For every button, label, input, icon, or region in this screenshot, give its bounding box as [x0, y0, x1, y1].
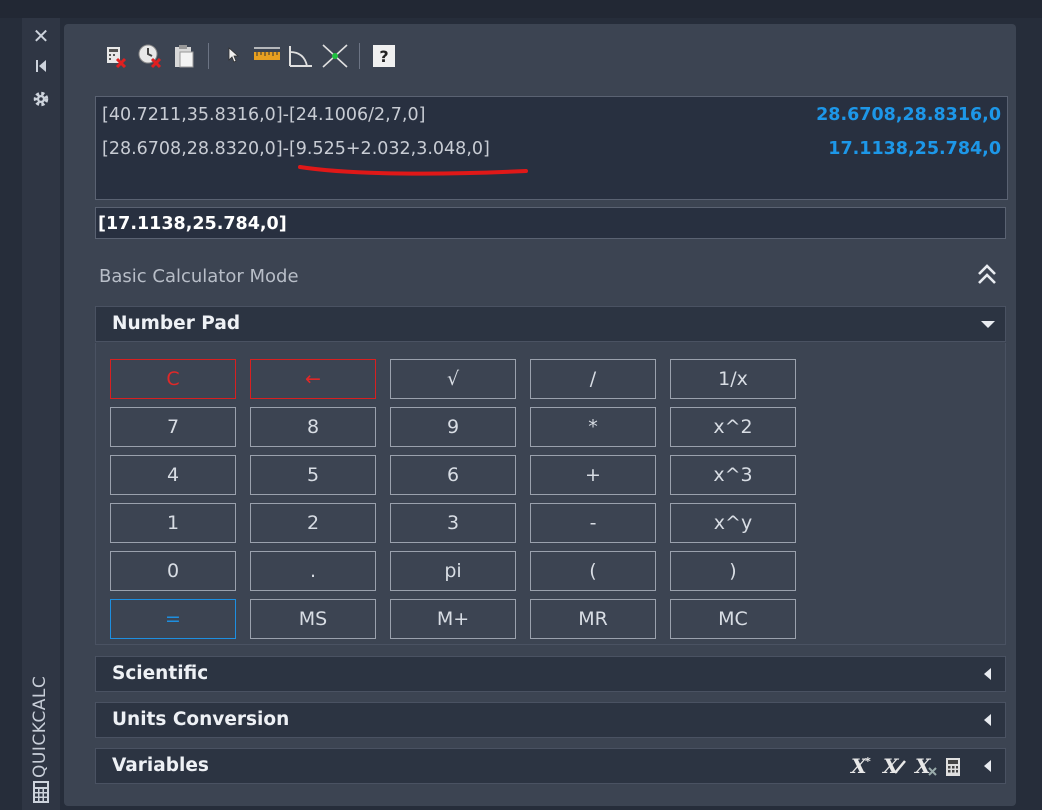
toolbar-separator: [359, 43, 360, 69]
edit-variable-icon[interactable]: X: [881, 754, 907, 789]
calculator-icon[interactable]: [22, 780, 60, 808]
history-result[interactable]: 17.1138,25.784,0: [828, 139, 1001, 159]
pin-icon[interactable]: [22, 58, 60, 78]
digit-5-button[interactable]: 5: [250, 455, 376, 495]
gear-icon[interactable]: [22, 90, 60, 112]
add-button[interactable]: +: [530, 455, 656, 495]
digit-1-button[interactable]: 1: [110, 503, 236, 543]
multiply-button[interactable]: *: [530, 407, 656, 447]
close-paren-button[interactable]: ): [670, 551, 796, 591]
subtract-button[interactable]: -: [530, 503, 656, 543]
clear-history-icon[interactable]: [136, 42, 164, 70]
digit-4-button[interactable]: 4: [110, 455, 236, 495]
number-pad-title: Number Pad: [112, 313, 241, 334]
chevron-left-icon: [984, 760, 991, 772]
scientific-header[interactable]: Scientific: [95, 656, 1006, 692]
memory-store-button[interactable]: MS: [250, 599, 376, 639]
palette-sidebar: ✕ QUICKCALC: [22, 18, 60, 810]
help-icon[interactable]: ?: [370, 42, 398, 70]
scientific-title: Scientific: [112, 663, 209, 684]
svg-text:X: X: [881, 755, 900, 777]
variables-toolbar: X * X X: [849, 754, 961, 789]
history-expression-highlight: [9.525+2.032,3.048,0]: [288, 139, 490, 159]
memory-recall-button[interactable]: MR: [530, 599, 656, 639]
get-coordinates-icon[interactable]: [219, 42, 247, 70]
memory-clear-button[interactable]: MC: [670, 599, 796, 639]
close-icon[interactable]: ✕: [22, 24, 60, 48]
collapse-up-icon[interactable]: [976, 262, 998, 288]
history-expression: [40.7211,35.8316,0]-[24.1006/2,7,0]: [102, 105, 426, 125]
square-button[interactable]: x^2: [670, 407, 796, 447]
power-button[interactable]: x^y: [670, 503, 796, 543]
cube-button[interactable]: x^3: [670, 455, 796, 495]
red-underline-annotation: [298, 165, 528, 176]
history-row[interactable]: [28.6708,28.8320,0]-[9.525+2.032,3.048,0…: [102, 139, 1001, 165]
angle-icon[interactable]: [287, 42, 315, 70]
history-area: [40.7211,35.8316,0]-[24.1006/2,7,0] 28.6…: [95, 96, 1008, 200]
digit-8-button[interactable]: 8: [250, 407, 376, 447]
number-pad: C ← √ / 1/x 7 8 9 * x^2 4 5 6 + x^3 1 2 …: [95, 343, 1006, 645]
chevron-left-icon: [984, 714, 991, 726]
chevron-down-icon: [981, 321, 995, 328]
history-expression-prefix: [28.6708,28.8320,0]-: [102, 139, 289, 159]
digit-2-button[interactable]: 2: [250, 503, 376, 543]
history-expression: [28.6708,28.8320,0]-[9.525+2.032,3.048,0…: [102, 139, 490, 159]
memory-add-button[interactable]: M+: [390, 599, 516, 639]
history-result[interactable]: 28.6708,28.8316,0: [816, 105, 1001, 125]
number-pad-header[interactable]: Number Pad: [95, 306, 1006, 342]
toolbar-separator: [208, 43, 209, 69]
chevron-left-icon: [984, 668, 991, 680]
digit-0-button[interactable]: 0: [110, 551, 236, 591]
divide-button[interactable]: /: [530, 359, 656, 399]
equals-button[interactable]: =: [110, 599, 236, 639]
units-conversion-title: Units Conversion: [112, 709, 290, 730]
top-strip: [0, 0, 1042, 18]
new-variable-icon[interactable]: X *: [849, 754, 875, 789]
digit-6-button[interactable]: 6: [390, 455, 516, 495]
calculator-icon[interactable]: [945, 755, 961, 789]
delete-variable-icon[interactable]: X: [913, 754, 939, 789]
reciprocal-button[interactable]: 1/x: [670, 359, 796, 399]
history-row[interactable]: [40.7211,35.8316,0]-[24.1006/2,7,0] 28.6…: [102, 105, 1001, 131]
toolbar: ?: [102, 40, 398, 72]
open-paren-button[interactable]: (: [530, 551, 656, 591]
backspace-button[interactable]: ←: [250, 359, 376, 399]
clear-icon[interactable]: [102, 42, 130, 70]
paste-icon[interactable]: [170, 42, 198, 70]
mode-label: Basic Calculator Mode: [99, 266, 299, 287]
svg-text:*: *: [865, 755, 871, 768]
sqrt-button[interactable]: √: [390, 359, 516, 399]
distance-icon[interactable]: [253, 42, 281, 70]
variables-header[interactable]: Variables X * X X: [95, 748, 1006, 784]
decimal-button[interactable]: .: [250, 551, 376, 591]
units-conversion-header[interactable]: Units Conversion: [95, 702, 1006, 738]
digit-9-button[interactable]: 9: [390, 407, 516, 447]
intersection-icon[interactable]: [321, 42, 349, 70]
palette-title: QUICKCALC: [30, 675, 50, 778]
clear-button[interactable]: C: [110, 359, 236, 399]
digit-7-button[interactable]: 7: [110, 407, 236, 447]
expression-input[interactable]: [17.1138,25.784,0]: [95, 207, 1006, 239]
svg-text:?: ?: [379, 47, 388, 66]
variables-title: Variables: [112, 755, 209, 776]
digit-3-button[interactable]: 3: [390, 503, 516, 543]
quickcalc-panel: ? [40.7211,35.8316,0]-[24.1006/2,7,0] 28…: [64, 24, 1016, 806]
pi-button[interactable]: pi: [390, 551, 516, 591]
